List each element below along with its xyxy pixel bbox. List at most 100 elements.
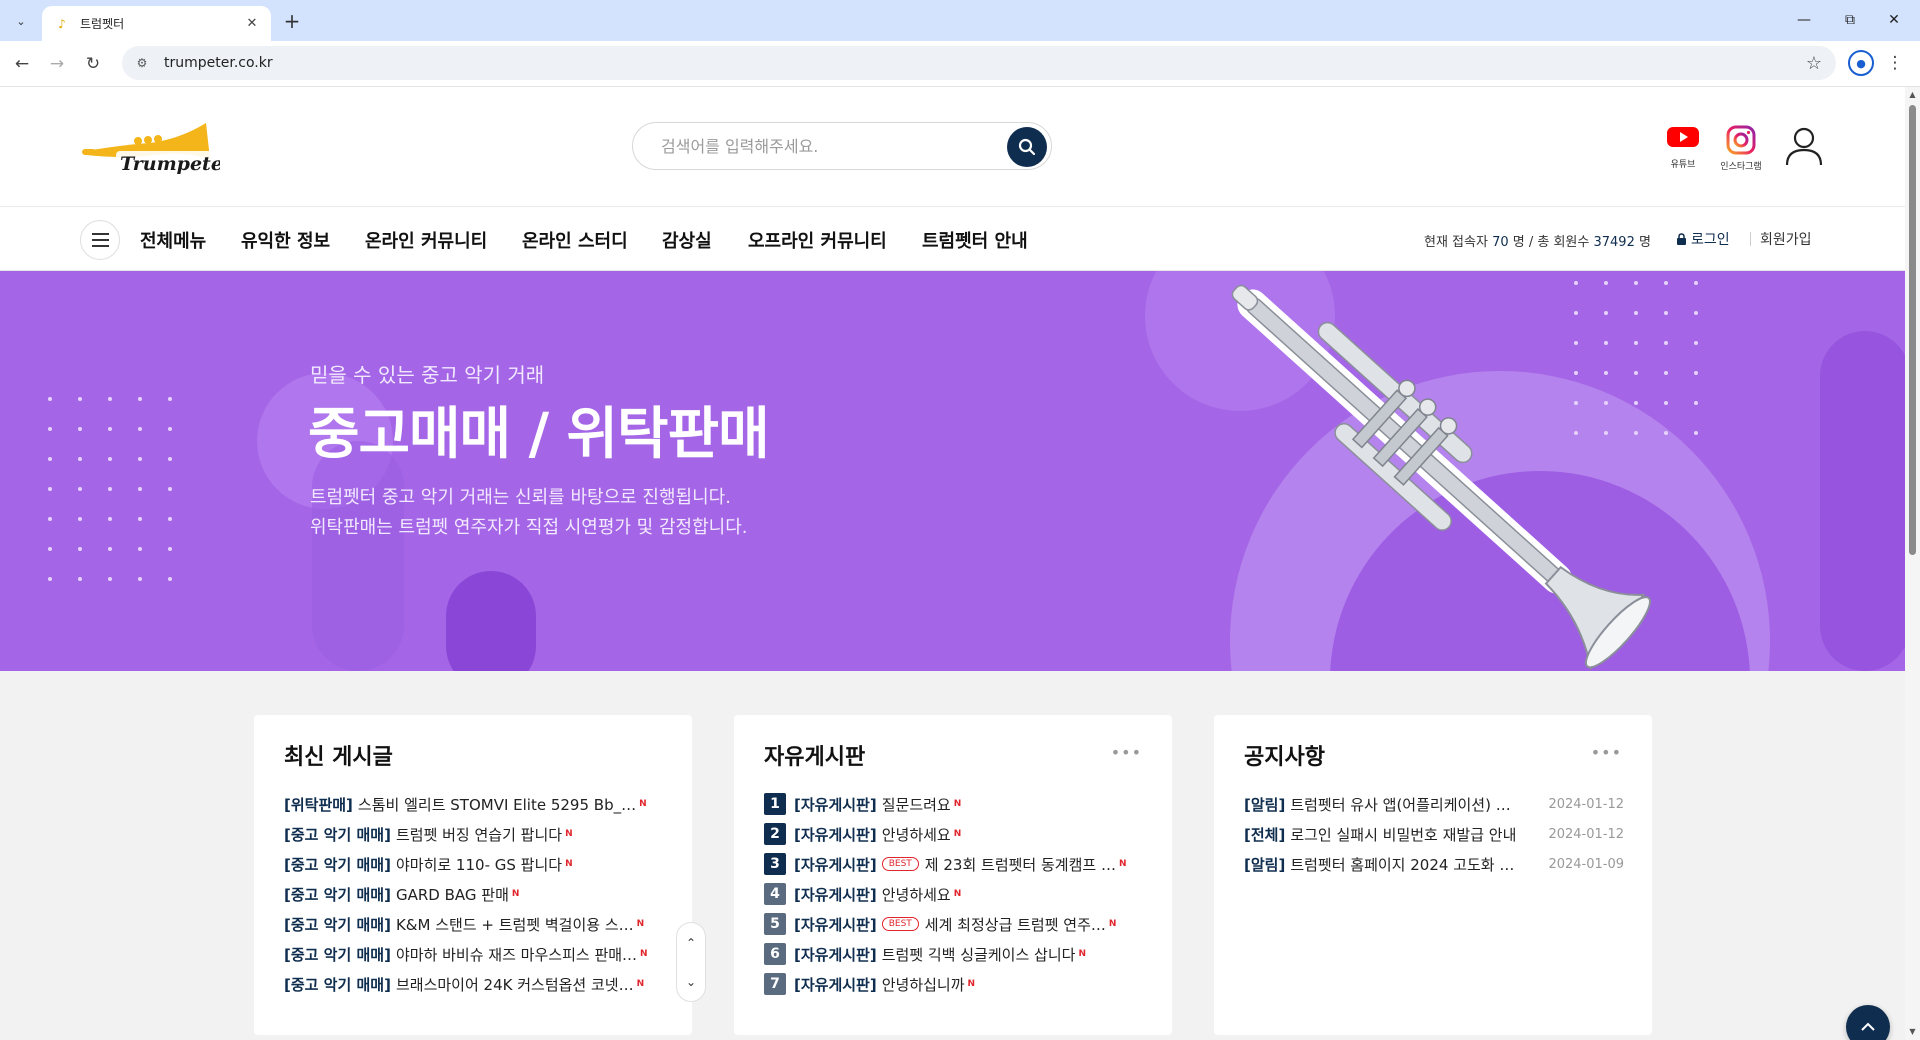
nav-offline-community[interactable]: 오프라인 커뮤니티 xyxy=(748,227,887,253)
post-title: 야마히로 110- GS 팝니다 xyxy=(395,855,563,874)
nav-listening-room[interactable]: 감상실 xyxy=(662,227,712,253)
rank-badge: 3 xyxy=(764,853,786,875)
list-item[interactable]: 1 [자유게시판] 질문드려요 N xyxy=(764,789,1144,819)
instagram-link[interactable]: 인스타그램 xyxy=(1716,125,1766,172)
new-badge: N xyxy=(1078,949,1086,959)
list-item[interactable]: 4 [자유게시판] 안녕하세요 N xyxy=(764,879,1144,909)
post-category: [중고 악기 매매] xyxy=(284,825,391,844)
list-item[interactable]: [알림] 트럼펫터 홈페이지 2024 고도화 … 2024-01-09 xyxy=(1244,849,1624,879)
list-item[interactable]: 7 [자유게시판] 안녕하십니까 N xyxy=(764,969,1144,999)
new-badge: N xyxy=(1108,919,1117,929)
new-badge: N xyxy=(511,889,520,899)
list-item[interactable]: [중고 악기 매매] K&M 스탠드 + 트럼펫 벽걸이용 스… N xyxy=(284,909,664,939)
list-item[interactable]: 6 [자유게시판] 트럼펫 긱백 싱글케이스 삽니다 N xyxy=(764,939,1144,969)
browser-profile-icon[interactable]: ● xyxy=(1848,50,1874,76)
slider-down-chevron-icon[interactable]: ⌄ xyxy=(686,975,696,989)
trumpet-favicon-icon: ♪ xyxy=(58,16,66,31)
new-badge: N xyxy=(565,829,573,839)
post-category: [전체] xyxy=(1244,825,1286,844)
tab-search-chevron-icon[interactable]: ⌄ xyxy=(8,8,34,34)
list-item[interactable]: [알림] 트럼펫터 유사 앱(어플리케이션) … 2024-01-12 xyxy=(1244,789,1624,819)
post-category: [알림] xyxy=(1244,855,1286,874)
post-title: 트럼펫터 유사 앱(어플리케이션) … xyxy=(1290,795,1511,814)
list-item[interactable]: [중고 악기 매매] 브래스마이어 24K 커스텀옵션 코넷… N xyxy=(284,969,664,999)
site-info-icon[interactable]: ⚙ xyxy=(132,56,152,70)
address-bar[interactable]: ⚙ trumpeter.co.kr ☆ xyxy=(122,46,1836,80)
new-badge: N xyxy=(636,979,645,989)
user-account-icon[interactable] xyxy=(1783,125,1825,167)
youtube-icon xyxy=(1667,127,1699,147)
more-icon[interactable]: ••• xyxy=(1111,743,1142,762)
youtube-link[interactable]: 유튜브 xyxy=(1658,125,1708,170)
list-item[interactable]: [중고 악기 매매] GARD BAG 판매 N xyxy=(284,879,664,909)
list-item[interactable]: 3 [자유게시판] BEST 제 23회 트럼펫터 동계캠프 … N xyxy=(764,849,1144,879)
post-category: [중고 악기 매매] xyxy=(284,975,391,994)
post-title: 트럼펫 긱백 싱글케이스 삽니다 xyxy=(881,945,1076,964)
nav-online-study[interactable]: 온라인 스터디 xyxy=(522,227,628,253)
login-link[interactable]: 로그인 xyxy=(1676,229,1730,249)
list-item[interactable]: [중고 악기 매매] 야마하 바비슈 재즈 마우스피스 판매… N xyxy=(284,939,664,969)
signup-link[interactable]: 회원가입 xyxy=(1760,229,1812,249)
post-title: 안녕하세요 xyxy=(881,825,951,844)
hero-banner: 믿을 수 있는 중고 악기 거래 중고매매 / 위탁판매 트럼펫터 중고 악기 … xyxy=(0,271,1905,671)
list-item[interactable]: [중고 악기 매매] 야마히로 110- GS 팝니다 N xyxy=(284,849,664,879)
post-category: [중고 악기 매매] xyxy=(284,945,391,964)
list-item[interactable]: [위탁판매] 스톰비 엘리트 STOMVI Elite 5295 Bb_… N xyxy=(284,789,664,819)
post-title: 안녕하세요 xyxy=(881,885,951,904)
bookmark-star-icon[interactable]: ☆ xyxy=(1800,53,1828,74)
post-title: 안녕하십니까 xyxy=(881,975,965,994)
rank-badge: 7 xyxy=(764,973,786,995)
visitor-stats: 현재 접속자 70 명 / 총 회원수 37492 명 xyxy=(1424,231,1651,250)
page-scrollbar[interactable]: ▲ ▼ xyxy=(1905,87,1920,1040)
nav-useful-info[interactable]: 유익한 정보 xyxy=(241,227,330,253)
scroll-up-arrow-icon[interactable]: ▲ xyxy=(1908,90,1917,100)
forward-arrow-icon[interactable]: → xyxy=(43,50,71,78)
stats-total-label: 명 / 총 회원수 xyxy=(1512,235,1590,250)
slider-up-chevron-icon[interactable]: ⌃ xyxy=(686,936,696,950)
browser-menu-icon[interactable]: ⋮ xyxy=(1886,49,1904,77)
new-badge: N xyxy=(967,979,976,989)
nav-trumpeter-guide[interactable]: 트럼펫터 안내 xyxy=(922,227,1028,253)
window-close-icon[interactable]: ✕ xyxy=(1874,8,1914,32)
url-text[interactable]: trumpeter.co.kr xyxy=(164,55,1800,71)
page-viewport: Trumpeter 유튜브 xyxy=(0,87,1905,1040)
list-item[interactable]: 2 [자유게시판] 안녕하세요 N xyxy=(764,819,1144,849)
list-item[interactable]: 5 [자유게시판] BEST 세계 최정상급 트럼펫 연주… N xyxy=(764,909,1144,939)
window-minimize-icon[interactable]: — xyxy=(1784,8,1824,32)
new-tab-icon[interactable]: + xyxy=(280,9,304,33)
reload-icon[interactable]: ↻ xyxy=(79,50,107,78)
nav-all-menu[interactable]: 전체메뉴 xyxy=(140,227,206,253)
hero-title: 중고매매 / 위탁판매 xyxy=(308,402,770,467)
stats-current-count: 70 xyxy=(1492,235,1509,250)
window-restore-icon[interactable]: ⧉ xyxy=(1830,8,1870,32)
latest-posts-list: [위탁판매] 스톰비 엘리트 STOMVI Elite 5295 Bb_… N [중… xyxy=(284,789,664,999)
scrollbar-thumb[interactable] xyxy=(1909,105,1916,555)
more-icon[interactable]: ••• xyxy=(1591,743,1622,762)
logo-text: Trumpeter xyxy=(120,153,220,175)
post-title: 스톰비 엘리트 STOMVI Elite 5295 Bb_… xyxy=(357,795,637,814)
post-title: 제 23회 트럼펫터 동계캠프 … xyxy=(924,855,1116,874)
scroll-down-arrow-icon[interactable]: ▼ xyxy=(1908,1027,1917,1037)
browser-toolbar: ← → ↻ ⚙ trumpeter.co.kr ☆ xyxy=(0,41,1920,87)
back-arrow-icon[interactable]: ← xyxy=(8,50,36,78)
tab-close-icon[interactable]: ✕ xyxy=(243,15,261,33)
list-item[interactable]: [중고 악기 매매] 트럼펫 버징 연습기 팝니다 N xyxy=(284,819,664,849)
nav-online-community[interactable]: 온라인 커뮤니티 xyxy=(365,227,487,253)
hero-subtitle: 믿을 수 있는 중고 악기 거래 xyxy=(310,363,545,387)
search-input[interactable] xyxy=(661,136,991,156)
notice-board-title: 공지사항 xyxy=(1244,745,1325,770)
trumpeter-logo[interactable]: Trumpeter xyxy=(80,113,220,179)
list-item[interactable]: [전체] 로그인 실패시 비밀번호 재발급 안내 2024-01-12 xyxy=(1244,819,1624,849)
hamburger-menu-icon[interactable] xyxy=(80,220,120,260)
scroll-to-top-button[interactable] xyxy=(1846,1005,1890,1040)
post-title: 트럼펫 버징 연습기 팝니다 xyxy=(395,825,563,844)
post-date: 2024-01-12 xyxy=(1548,796,1624,812)
notice-list: [알림] 트럼펫터 유사 앱(어플리케이션) … 2024-01-12 [전체] 로그… xyxy=(1244,789,1624,879)
browser-tab-active[interactable]: ♪ 트럼펫터 ✕ xyxy=(42,6,271,41)
post-category: [중고 악기 매매] xyxy=(284,855,391,874)
site-search xyxy=(632,122,1052,170)
search-icon xyxy=(1018,138,1036,156)
search-button[interactable] xyxy=(1007,127,1047,167)
rank-badge: 5 xyxy=(764,913,786,935)
best-badge: BEST xyxy=(881,917,919,931)
